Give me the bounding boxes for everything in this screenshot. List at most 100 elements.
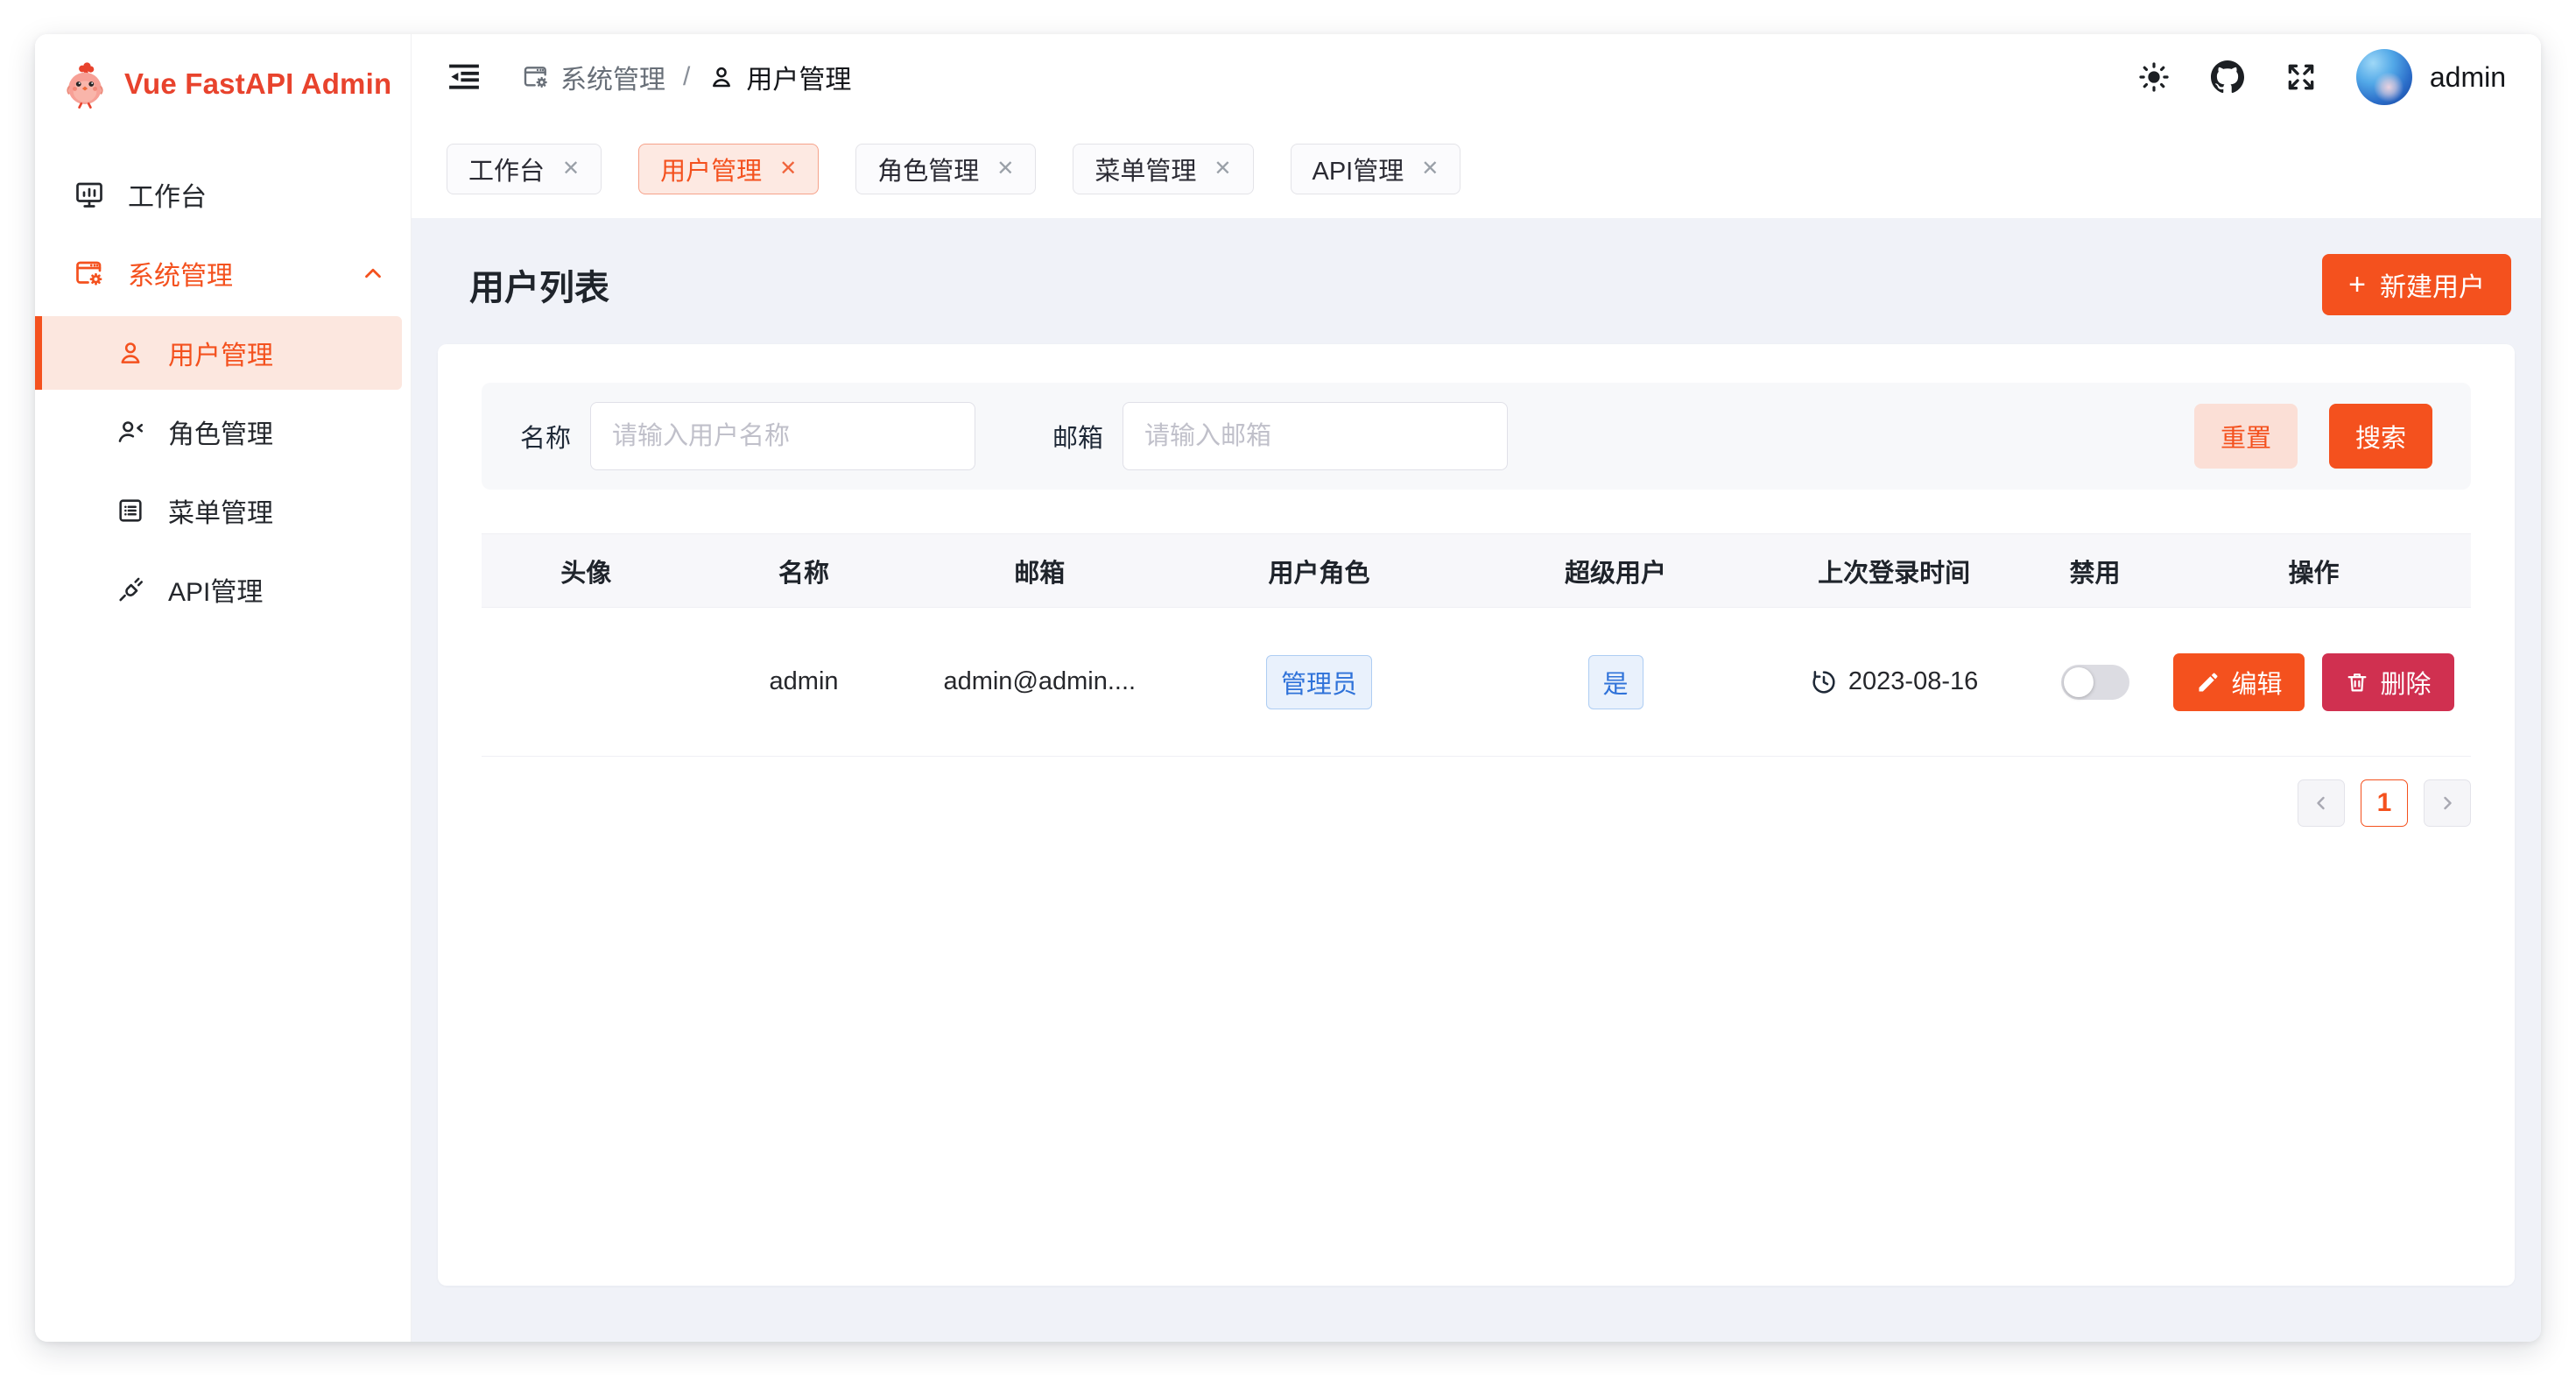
name-filter-label: 名称 — [520, 418, 571, 455]
name-cell: admin — [691, 608, 918, 757]
filter-bar: 名称 邮箱 重置 搜索 — [482, 383, 2471, 490]
create-user-label: 新建用户 — [2380, 265, 2485, 304]
create-user-button[interactable]: + 新建用户 — [2322, 254, 2511, 315]
system-settings-icon — [522, 63, 550, 91]
chevron-up-icon[interactable] — [360, 260, 386, 286]
header-actions: admin — [2097, 49, 2506, 105]
breadcrumb-users[interactable]: 用户管理 — [707, 58, 851, 96]
user-icon — [707, 63, 735, 91]
col-disabled: 禁用 — [2033, 534, 2157, 608]
plug-icon — [116, 575, 145, 604]
breadcrumb-label: 用户管理 — [746, 58, 851, 96]
role-icon — [116, 417, 145, 447]
superuser-cell: 是 — [1476, 608, 1755, 757]
sidebar-item-role-management[interactable]: 角色管理 — [35, 395, 411, 469]
superuser-tag: 是 — [1588, 655, 1643, 709]
disabled-cell — [2033, 608, 2157, 757]
table-row: admin admin@admin.... 管理员 是 — [482, 608, 2471, 757]
avatar-cell — [482, 608, 691, 757]
close-icon[interactable]: ✕ — [1214, 159, 1231, 180]
last-login-cell: 2023-08-16 — [1755, 608, 2033, 757]
edit-button[interactable]: 编辑 — [2173, 653, 2305, 711]
col-last-login: 上次登录时间 — [1755, 534, 2033, 608]
col-name: 名称 — [691, 534, 918, 608]
delete-label: 删除 — [2380, 664, 2431, 701]
tabbar: 工作台 ✕ 用户管理 ✕ 角色管理 ✕ 菜单管理 ✕ API管理 ✕ — [412, 120, 2541, 218]
tab-api-management[interactable]: API管理 ✕ — [1291, 144, 1461, 194]
sidebar-collapse-icon[interactable] — [447, 60, 482, 95]
col-avatar: 头像 — [482, 534, 691, 608]
close-icon[interactable]: ✕ — [1421, 159, 1439, 180]
logo[interactable]: Vue FastAPI Admin — [35, 34, 411, 109]
header: 系统管理 / 用户管理 — [412, 34, 2541, 120]
breadcrumb: 系统管理 / 用户管理 — [522, 58, 851, 96]
tab-menu-management[interactable]: 菜单管理 ✕ — [1073, 144, 1253, 194]
close-icon[interactable]: ✕ — [996, 159, 1014, 180]
github-icon[interactable] — [2211, 60, 2244, 94]
system-settings-icon — [74, 257, 105, 289]
tab-label: API管理 — [1313, 151, 1404, 187]
email-filter-input[interactable] — [1123, 402, 1508, 470]
sidebar-item-label: 工作台 — [128, 175, 207, 214]
last-login-value: 2023-08-16 — [1848, 667, 1978, 696]
sidebar-item-label: 菜单管理 — [168, 491, 273, 530]
monitor-icon — [74, 179, 105, 210]
sidebar-menu: 工作台 系统管理 — [35, 159, 411, 631]
app-window: Vue FastAPI Admin 工作台 — [35, 34, 2541, 1342]
sidebar-item-user-management[interactable]: 用户管理 — [35, 316, 402, 390]
edit-label: 编辑 — [2231, 664, 2282, 701]
email-cell: admin@admin.... — [918, 608, 1162, 757]
theme-sun-icon[interactable] — [2137, 60, 2171, 94]
chevron-right-icon — [2437, 793, 2458, 814]
users-table: 头像 名称 邮箱 用户角色 超级用户 上次登录时间 禁用 操作 — [482, 533, 2471, 757]
sidebar: Vue FastAPI Admin 工作台 — [35, 34, 412, 1342]
tab-label: 用户管理 — [660, 151, 762, 187]
col-role: 用户角色 — [1162, 534, 1476, 608]
close-icon[interactable]: ✕ — [779, 159, 797, 180]
role-cell: 管理员 — [1162, 608, 1476, 757]
next-page-button[interactable] — [2424, 779, 2471, 827]
tab-label: 角色管理 — [877, 151, 979, 187]
breadcrumb-system[interactable]: 系统管理 — [522, 58, 665, 96]
close-icon[interactable]: ✕ — [562, 159, 580, 180]
clock-history-icon — [1810, 668, 1838, 696]
app-title: Vue FastAPI Admin — [124, 67, 391, 101]
main-area: 系统管理 / 用户管理 — [412, 34, 2541, 1342]
actions-cell: 编辑 删除 — [2157, 608, 2471, 757]
pencil-icon — [2196, 670, 2221, 695]
sidebar-item-system[interactable]: 系统管理 — [35, 237, 411, 309]
username[interactable]: admin — [2430, 61, 2506, 94]
users-card: 名称 邮箱 重置 搜索 — [438, 344, 2515, 1286]
col-superuser: 超级用户 — [1476, 534, 1755, 608]
sidebar-item-workbench[interactable]: 工作台 — [35, 159, 411, 230]
sidebar-item-api-management[interactable]: API管理 — [35, 553, 411, 626]
breadcrumb-label: 系统管理 — [560, 58, 665, 96]
delete-button[interactable]: 删除 — [2322, 653, 2453, 711]
tab-label: 工作台 — [468, 151, 545, 187]
tab-label: 菜单管理 — [1094, 151, 1196, 187]
tab-role-management[interactable]: 角色管理 ✕ — [855, 144, 1036, 194]
prev-page-button[interactable] — [2298, 779, 2345, 827]
table-header-row: 头像 名称 邮箱 用户角色 超级用户 上次登录时间 禁用 操作 — [482, 534, 2471, 608]
page-number-current[interactable]: 1 — [2361, 779, 2408, 827]
reset-button[interactable]: 重置 — [2194, 404, 2298, 469]
col-email: 邮箱 — [918, 534, 1162, 608]
name-filter-input[interactable] — [590, 402, 975, 470]
user-avatar[interactable] — [2356, 49, 2412, 105]
search-button[interactable]: 搜索 — [2329, 404, 2432, 469]
sidebar-item-label: 系统管理 — [128, 254, 233, 293]
fullscreen-icon[interactable] — [2284, 60, 2318, 94]
tab-user-management[interactable]: 用户管理 ✕ — [638, 144, 819, 194]
disabled-toggle[interactable] — [2061, 665, 2129, 700]
page-head: 用户列表 + 新建用户 — [438, 250, 2515, 320]
tab-workbench[interactable]: 工作台 ✕ — [447, 144, 602, 194]
sidebar-item-menu-management[interactable]: 菜单管理 — [35, 474, 411, 547]
chevron-left-icon — [2311, 793, 2332, 814]
user-icon — [116, 338, 145, 368]
breadcrumb-separator: / — [683, 62, 690, 92]
trash-icon — [2345, 670, 2369, 695]
sidebar-item-label: 角色管理 — [168, 412, 273, 451]
page-title: 用户列表 — [469, 259, 609, 310]
email-filter-label: 邮箱 — [1052, 418, 1103, 455]
content: 用户列表 + 新建用户 名称 邮箱 重置 搜索 — [412, 218, 2541, 1342]
